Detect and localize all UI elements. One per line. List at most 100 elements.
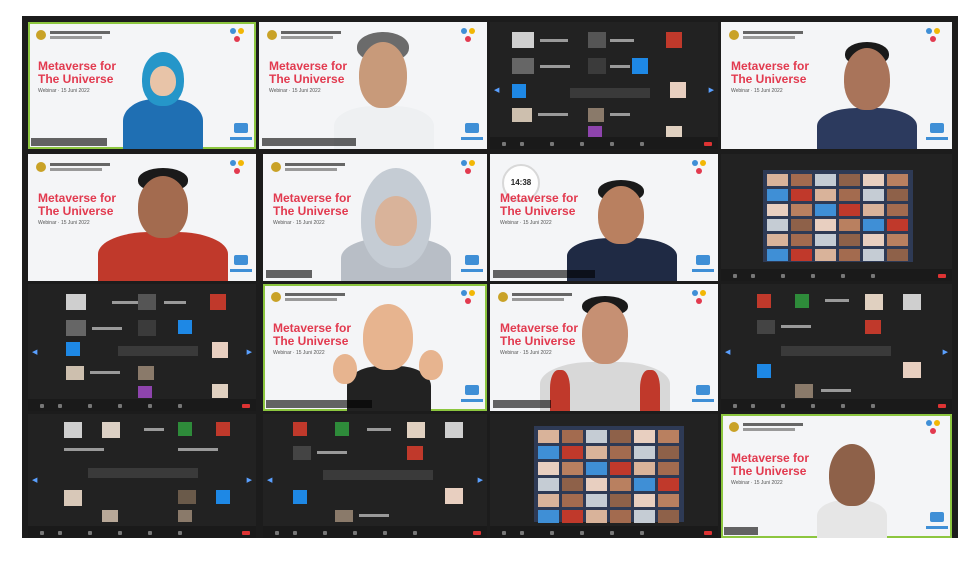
participant-tile[interactable]: Metaverse for The Universe Webinar · 15 J… bbox=[490, 284, 718, 411]
participant-thumbnail bbox=[839, 204, 860, 216]
participant-thumbnail bbox=[586, 494, 607, 507]
participant-thumbnail bbox=[610, 446, 631, 459]
slide-date: Webinar · 15 Juni 2022 bbox=[38, 220, 90, 226]
participant-thumbnail bbox=[815, 174, 836, 186]
gallery-view-tile[interactable]: ◀ ▶ bbox=[490, 22, 718, 149]
participant-tile[interactable]: Metaverse for The Universe Webinar · 15 J… bbox=[263, 154, 487, 281]
participant-thumbnail bbox=[658, 446, 679, 459]
gallery-view-tile[interactable]: ◀ ▶ bbox=[28, 414, 256, 538]
participant-thumbnail bbox=[863, 234, 884, 246]
participant-thumbnail bbox=[538, 510, 559, 523]
participant-thumbnail bbox=[791, 249, 812, 261]
participant-thumbnail bbox=[634, 478, 655, 491]
participant-thumbnail bbox=[839, 189, 860, 201]
gallery-view-tile[interactable]: ◀ ▶ bbox=[28, 284, 256, 411]
brand-logo-icon bbox=[465, 123, 479, 133]
event-logo-icon bbox=[692, 290, 708, 306]
participant-thumbnail bbox=[586, 462, 607, 475]
participant-thumbnail bbox=[863, 204, 884, 216]
participant-thumbnail bbox=[791, 234, 812, 246]
event-logo-icon bbox=[692, 160, 708, 176]
participant-thumbnail bbox=[634, 446, 655, 459]
participant-thumbnail bbox=[658, 462, 679, 475]
event-logo-icon bbox=[461, 28, 477, 44]
participant-thumbnail bbox=[863, 189, 884, 201]
brand-logo-icon bbox=[930, 512, 944, 522]
slide-date: Webinar · 15 Juni 2022 bbox=[731, 480, 783, 486]
slide-date: Webinar · 15 Juni 2022 bbox=[500, 220, 552, 226]
participant-thumbnail bbox=[863, 249, 884, 261]
gallery-view-tile[interactable]: ◀ ▶ bbox=[263, 414, 487, 538]
university-logo-icon bbox=[36, 30, 46, 40]
university-logo-icon bbox=[729, 422, 739, 432]
participant-name bbox=[724, 527, 758, 535]
slide-date: Webinar · 15 Juni 2022 bbox=[273, 220, 325, 226]
participant-thumbnail bbox=[562, 430, 583, 443]
event-logo-icon bbox=[926, 420, 942, 436]
brand-logo-icon bbox=[696, 385, 710, 395]
participant-tile[interactable]: Metaverse for The Universe Webinar · 15 J… bbox=[28, 22, 256, 149]
participant-thumbnail bbox=[839, 249, 860, 261]
participant-thumbnail bbox=[863, 174, 884, 186]
participant-thumbnail bbox=[815, 249, 836, 261]
participant-thumbnail bbox=[767, 174, 788, 186]
university-logo-icon bbox=[267, 30, 277, 40]
participant-thumbnail bbox=[562, 446, 583, 459]
participant-tile[interactable]: Metaverse for The Universe Webinar · 15 J… bbox=[28, 154, 256, 281]
participant-tile[interactable]: Metaverse for The Universe Webinar · 15 J… bbox=[721, 22, 952, 149]
slide-date: Webinar · 15 Juni 2022 bbox=[273, 350, 325, 356]
event-logo-icon bbox=[926, 28, 942, 44]
participant-name bbox=[266, 270, 312, 278]
participant-thumbnail bbox=[887, 234, 908, 246]
participant-thumbnail bbox=[610, 462, 631, 475]
slide-date: Webinar · 15 Juni 2022 bbox=[269, 88, 321, 94]
participant-thumbnail bbox=[767, 234, 788, 246]
brand-logo-icon bbox=[465, 255, 479, 265]
participant-thumbnail bbox=[839, 234, 860, 246]
participant-thumbnail bbox=[815, 234, 836, 246]
participant-video bbox=[817, 444, 887, 538]
participant-tile[interactable]: 14:38 Metaverse for The Universe Webinar … bbox=[490, 154, 718, 281]
participant-thumbnail bbox=[538, 446, 559, 459]
participant-thumbnail bbox=[634, 462, 655, 475]
participant-thumbnail bbox=[586, 478, 607, 491]
participant-thumbnail bbox=[562, 462, 583, 475]
gallery-view-tile[interactable]: ◀ ▶ bbox=[721, 284, 952, 411]
slide-date: Webinar · 15 Juni 2022 bbox=[731, 88, 783, 94]
participant-video bbox=[98, 166, 228, 281]
participant-thumbnail bbox=[562, 494, 583, 507]
university-logo-icon bbox=[729, 30, 739, 40]
participant-thumbnail bbox=[839, 219, 860, 231]
brand-logo-icon bbox=[696, 255, 710, 265]
participant-thumbnail bbox=[887, 189, 908, 201]
video-grid: Metaverse for The Universe Webinar · 15 J… bbox=[22, 16, 958, 538]
brand-logo-icon bbox=[930, 123, 944, 133]
participant-name bbox=[493, 400, 551, 408]
participant-thumbnail bbox=[610, 430, 631, 443]
participant-thumbnail bbox=[791, 189, 812, 201]
participant-thumbnail bbox=[658, 478, 679, 491]
shared-screen-tile[interactable] bbox=[490, 414, 718, 538]
brand-logo-icon bbox=[465, 385, 479, 395]
slide-title: Metaverse for The Universe bbox=[731, 59, 810, 86]
participant-thumbnail bbox=[887, 174, 908, 186]
participant-thumbnail bbox=[538, 478, 559, 491]
participant-thumbnail bbox=[610, 494, 631, 507]
participant-tile[interactable]: Metaverse for The Universe Webinar · 15 J… bbox=[721, 414, 952, 538]
participant-thumbnail bbox=[562, 510, 583, 523]
shared-screen-tile[interactable] bbox=[721, 154, 952, 281]
participant-thumbnail bbox=[610, 510, 631, 523]
participant-video bbox=[817, 36, 917, 149]
participant-thumbnail bbox=[538, 494, 559, 507]
participant-thumbnail bbox=[767, 249, 788, 261]
participant-thumbnail bbox=[815, 204, 836, 216]
slide-title: Metaverse for The Universe bbox=[38, 59, 117, 86]
participant-thumbnail bbox=[538, 462, 559, 475]
slide-title: Metaverse for The Universe bbox=[731, 451, 810, 478]
participant-thumbnail bbox=[791, 204, 812, 216]
participant-name bbox=[266, 400, 372, 408]
participant-video bbox=[108, 44, 218, 149]
participant-name bbox=[31, 138, 107, 146]
participant-tile[interactable]: Metaverse for The Universe Webinar · 15 J… bbox=[263, 284, 487, 411]
participant-tile[interactable]: Metaverse for The Universe Webinar · 15 J… bbox=[259, 22, 487, 149]
